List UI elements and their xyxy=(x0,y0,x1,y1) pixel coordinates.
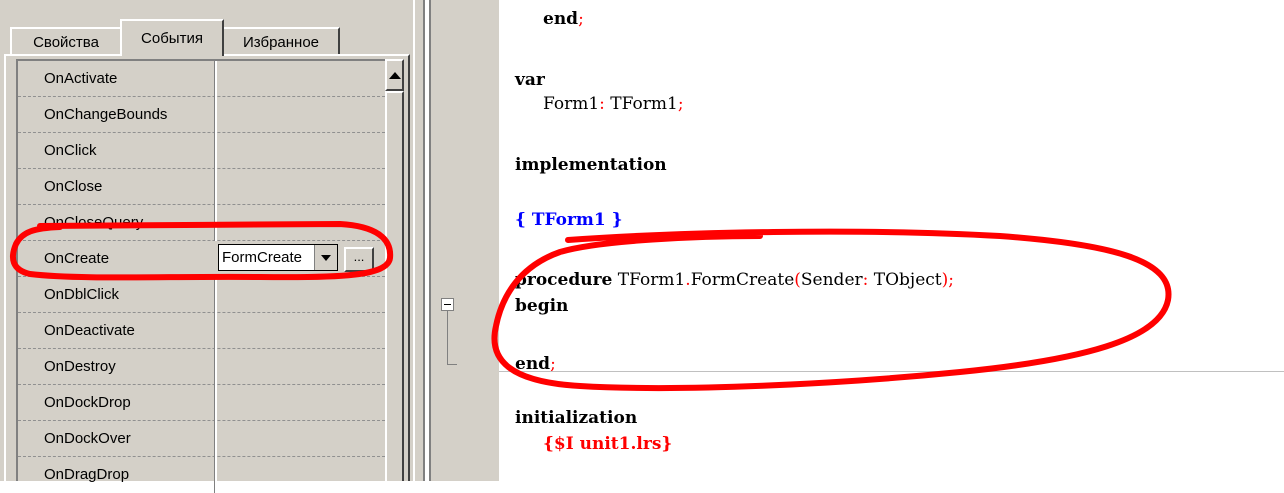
event-name: OnDockDrop xyxy=(44,394,131,411)
event-name: OnClose xyxy=(44,178,103,195)
event-row-onchangebounds[interactable]: OnChangeBounds xyxy=(18,97,385,133)
code-line: begin xyxy=(515,294,568,318)
comment: { TForm1 } xyxy=(515,210,623,230)
event-name: OnChangeBounds xyxy=(44,106,168,123)
symbol: ; xyxy=(677,94,684,114)
fold-end xyxy=(447,364,457,365)
code-line: {$I unit1.lrs} xyxy=(543,432,672,456)
event-row-onclick[interactable]: OnClick xyxy=(18,133,385,169)
code-line: var xyxy=(515,68,545,92)
event-row-ondragdrop[interactable]: OnDragDrop xyxy=(18,457,385,493)
event-row-ondockover[interactable]: OnDockOver xyxy=(18,421,385,457)
identifier: TObject xyxy=(868,270,942,290)
arrow-up-icon[interactable] xyxy=(385,59,404,91)
current-line-marker xyxy=(499,371,1284,372)
column-divider xyxy=(214,385,217,421)
keyword: begin xyxy=(515,296,569,316)
event-row-oncreate[interactable]: OnCreate FormCreate ... xyxy=(18,241,385,277)
identifier: TForm1 xyxy=(612,270,686,290)
symbol: ( xyxy=(794,270,801,290)
event-row-ondestroy[interactable]: OnDestroy xyxy=(18,349,385,385)
column-divider xyxy=(214,205,217,241)
code-line: end; xyxy=(543,7,584,31)
event-name: OnDockOver xyxy=(44,430,131,447)
column-divider xyxy=(214,349,217,385)
fold-line xyxy=(447,311,448,365)
fold-collapse-icon[interactable] xyxy=(441,298,454,311)
keyword: var xyxy=(515,70,545,90)
tab-events[interactable]: События xyxy=(120,19,224,56)
column-divider xyxy=(214,97,217,133)
event-row-ondeactivate[interactable]: OnDeactivate xyxy=(18,313,385,349)
event-name: OnDestroy xyxy=(44,358,116,375)
object-inspector: Свойства Избранное События OnActivate On… xyxy=(0,0,413,493)
event-row-ondblclick[interactable]: OnDblClick xyxy=(18,277,385,313)
identifier: Form1 xyxy=(543,94,600,114)
event-row-onclose[interactable]: OnClose xyxy=(18,169,385,205)
combo-value: FormCreate xyxy=(222,249,303,266)
ellipsis-button[interactable]: ... xyxy=(344,247,374,272)
event-row-onclosequery[interactable]: OnCloseQuery xyxy=(18,205,385,241)
code-line: procedure TForm1.FormCreate(Sender: TObj… xyxy=(515,268,954,292)
tab-properties[interactable]: Свойства xyxy=(10,27,122,55)
column-divider xyxy=(214,421,217,457)
column-divider xyxy=(214,313,217,349)
keyword: end xyxy=(543,9,579,29)
code-line: initialization xyxy=(515,406,637,430)
events-grid: OnActivate OnChangeBounds OnClick OnClos… xyxy=(16,59,385,493)
event-handler-combo[interactable]: FormCreate xyxy=(218,244,338,271)
vertical-scrollbar[interactable] xyxy=(385,59,404,481)
event-name: OnActivate xyxy=(44,70,118,87)
identifier: FormCreate xyxy=(690,270,795,290)
event-name: OnCreate xyxy=(44,250,110,267)
event-name: OnClick xyxy=(44,142,97,159)
event-row-onactivate[interactable]: OnActivate xyxy=(18,61,385,97)
identifier: TForm1 xyxy=(604,94,678,114)
event-name: OnDragDrop xyxy=(44,466,130,483)
symbol: ; xyxy=(578,9,584,29)
tab-favorites[interactable]: Избранное xyxy=(222,27,340,55)
column-divider xyxy=(214,133,217,169)
code-line: { TForm1 } xyxy=(515,208,623,232)
chevron-down-icon[interactable] xyxy=(314,245,337,270)
event-row-ondockdrop[interactable]: OnDockDrop xyxy=(18,385,385,421)
column-divider xyxy=(214,277,217,313)
identifier: Sender xyxy=(800,270,863,290)
keyword: procedure xyxy=(515,270,613,290)
column-divider xyxy=(214,457,217,493)
code-editor[interactable]: end; var Form1: TForm1; implementation {… xyxy=(499,0,1284,481)
column-divider xyxy=(214,61,217,97)
symbol: ; xyxy=(948,270,954,290)
scroll-thumb[interactable] xyxy=(385,91,404,481)
column-divider xyxy=(214,169,217,205)
compiler-directive: {$I unit1.lrs} xyxy=(543,434,673,454)
event-name: OnCloseQuery xyxy=(44,214,144,231)
event-name: OnDeactivate xyxy=(44,322,135,339)
editor-gutter xyxy=(431,0,499,481)
panel-splitter[interactable] xyxy=(413,0,425,481)
keyword: implementation xyxy=(515,155,667,175)
keyword: initialization xyxy=(515,408,638,428)
code-line: end; xyxy=(515,352,556,376)
code-line: implementation xyxy=(515,153,667,177)
event-name: OnDblClick xyxy=(44,286,120,303)
code-line: Form1: TForm1; xyxy=(543,92,684,116)
